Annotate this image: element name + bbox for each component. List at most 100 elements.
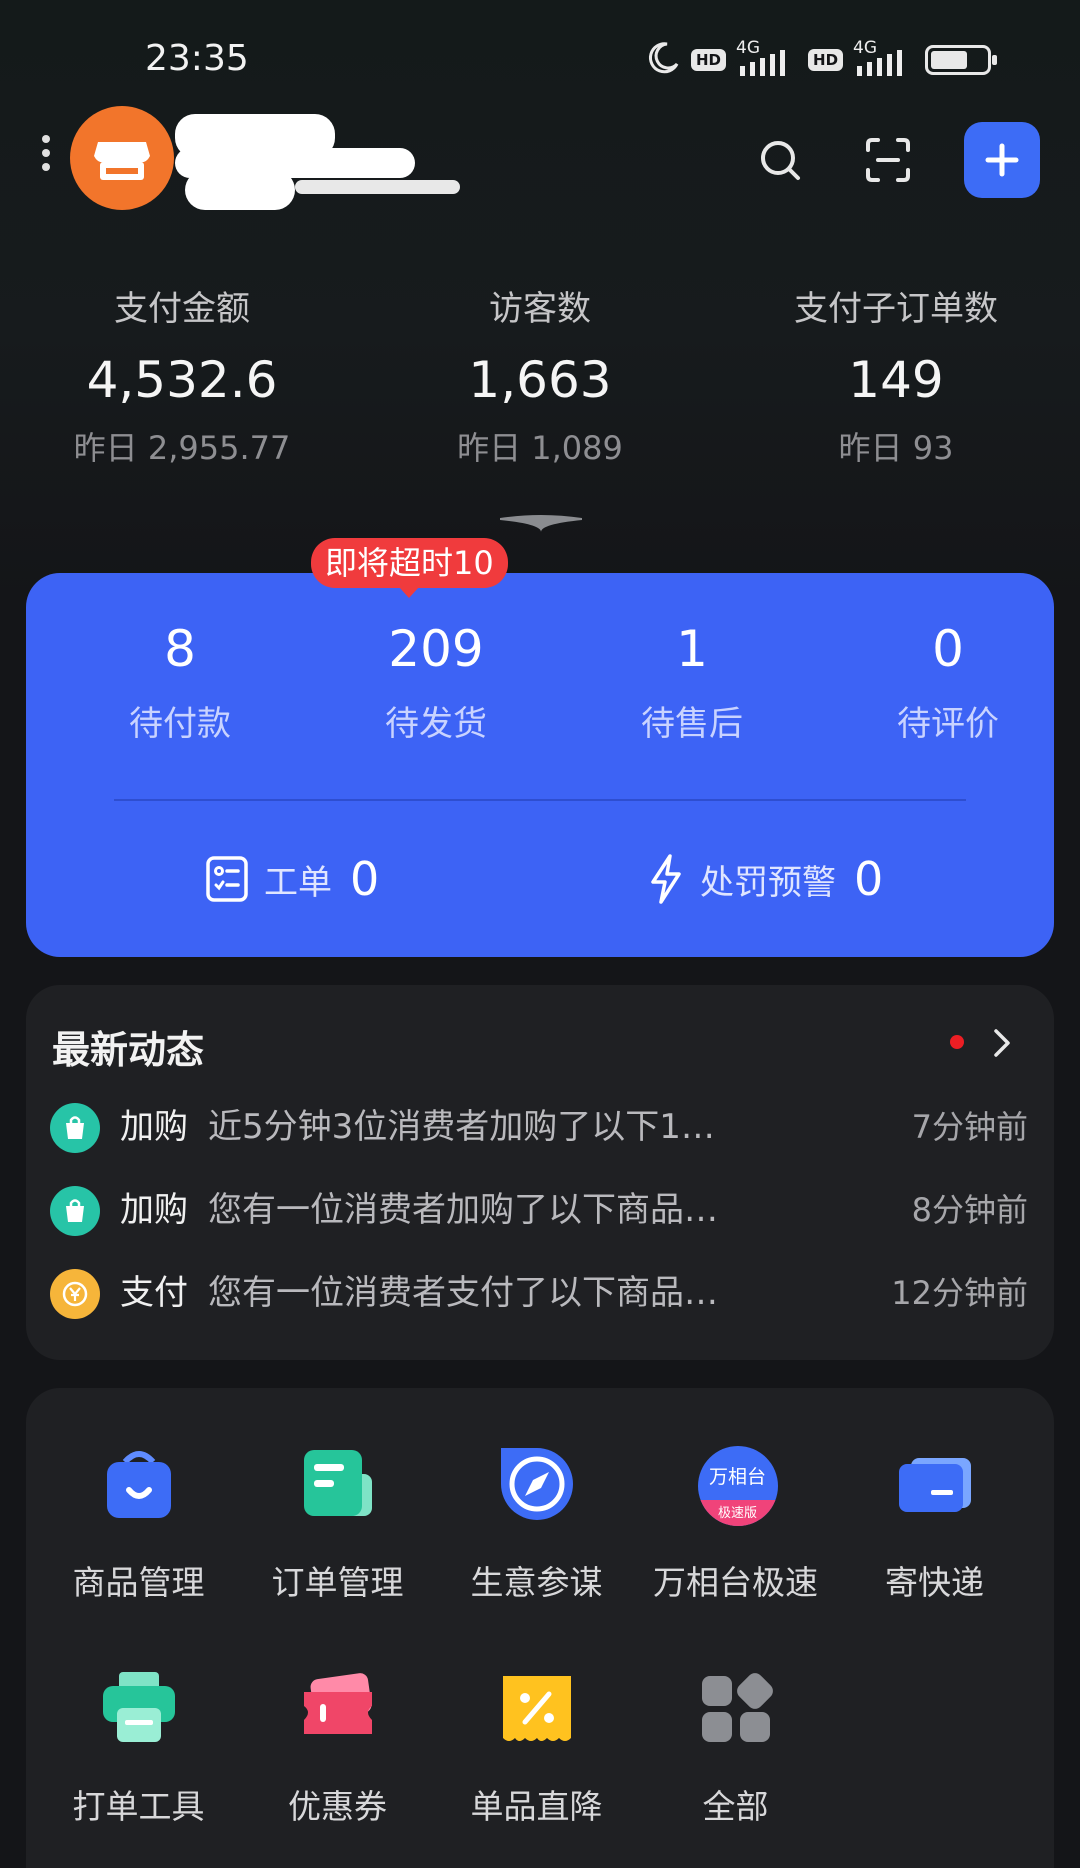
news-time: 7分钟前 [911, 1108, 1028, 1146]
battery-icon [925, 45, 998, 75]
signal-icon: 4G [736, 38, 798, 80]
order-label: 待评价 [897, 704, 999, 744]
news-title: 最新动态 [52, 1028, 205, 1072]
tools-grid: 商品管理 订单管理 生意参谋 万相台 极速版 万相台极速 寄快递 打单工具 优惠… [26, 1388, 1054, 1868]
badge-bottom-text: 极速版 [717, 1506, 757, 1521]
hd-icon: HD [691, 49, 727, 71]
penalty-warning-count: 0 [854, 852, 884, 906]
clock: 23:35 [145, 38, 249, 79]
stat-payment-amount[interactable]: 支付金额 4,532.6 昨日 2,955.77 [32, 285, 332, 471]
news-text: 近5分钟3位消费者加购了以下1个商品... [208, 1107, 728, 1147]
printer-icon [99, 1668, 179, 1748]
unread-dot [950, 1035, 964, 1049]
card-divider [114, 799, 966, 801]
signal-icon-2: 4G [853, 38, 915, 80]
work-order-count: 0 [350, 852, 380, 906]
tool-label: 万相台极速 [653, 1563, 818, 1602]
penalty-warning-entry[interactable]: 处罚预警 0 [646, 851, 883, 907]
status-icons: HD 4G HD 4G [645, 38, 998, 82]
order-label: 待付款 [129, 704, 231, 744]
tool-label: 寄快递 [885, 1563, 984, 1602]
plus-icon [985, 143, 1019, 177]
latest-news-card: 最新动态 加购 近5分钟3位消费者加购了以下1个商品... 7分钟前 加购 您有… [26, 985, 1054, 1360]
stat-value: 149 [848, 351, 944, 409]
tool-coupon[interactable]: 优惠券 [238, 1668, 437, 1830]
order-label: 待发货 [385, 704, 487, 744]
order-pending-payment[interactable]: 8 待付款 [52, 618, 308, 748]
order-count: 8 [164, 620, 196, 678]
discount-tag-icon [497, 1668, 577, 1748]
chevron-right-icon[interactable] [990, 1025, 1014, 1061]
payment-yen-icon [50, 1269, 100, 1319]
news-item[interactable]: 支付 您有一位消费者支付了以下商品，这... 12分钟前 [50, 1265, 1040, 1321]
tool-order-management[interactable]: 订单管理 [238, 1444, 437, 1606]
stat-visitors[interactable]: 访客数 1,663 昨日 1,089 [390, 285, 690, 471]
express-box-icon [895, 1444, 975, 1524]
add-button[interactable] [964, 122, 1040, 198]
news-item[interactable]: 加购 您有一位消费者加购了以下商品，这... 8分钟前 [50, 1182, 1040, 1238]
redacted-shop-name [175, 114, 525, 214]
news-tag: 加购 [120, 1190, 188, 1230]
work-order-label: 工单 [264, 862, 332, 903]
apps-grid-icon [696, 1668, 776, 1748]
stat-yesterday: 昨日 2,955.77 [73, 429, 291, 467]
order-count: 1 [676, 620, 708, 678]
tool-send-express[interactable]: 寄快递 [835, 1444, 1034, 1606]
cart-bag-icon [50, 1186, 100, 1236]
tool-label: 商品管理 [72, 1563, 205, 1602]
news-text: 您有一位消费者支付了以下商品，这... [208, 1273, 728, 1313]
tool-product-management[interactable]: 商品管理 [39, 1444, 238, 1606]
shop-header [0, 100, 1080, 210]
stat-value: 1,663 [468, 351, 612, 409]
cart-bag-icon [50, 1103, 100, 1153]
moon-icon [645, 40, 681, 80]
search-icon [761, 141, 800, 180]
stat-yesterday: 昨日 93 [838, 429, 954, 467]
tool-label: 优惠券 [288, 1787, 387, 1826]
tool-label: 生意参谋 [470, 1563, 603, 1602]
scan-button[interactable] [850, 122, 926, 198]
hd-icon-2: HD [808, 49, 844, 71]
badge-top-text: 万相台 [708, 1466, 766, 1488]
stat-yesterday: 昨日 1,089 [457, 429, 623, 467]
stats-summary: 支付金额 4,532.6 昨日 2,955.77 访客数 1,663 昨日 1,… [0, 285, 1080, 485]
search-button[interactable] [742, 122, 818, 198]
tool-label: 打单工具 [72, 1787, 205, 1826]
news-item[interactable]: 加购 近5分钟3位消费者加购了以下1个商品... 7分钟前 [50, 1099, 1040, 1155]
scan-icon [866, 138, 910, 182]
tool-print-label[interactable]: 打单工具 [39, 1668, 238, 1830]
news-time: 8分钟前 [911, 1191, 1028, 1229]
tool-label: 全部 [702, 1787, 769, 1826]
timeout-badge[interactable]: 即将超时10 [311, 538, 508, 598]
stat-label: 访客数 [489, 289, 591, 329]
stat-label: 支付金额 [114, 289, 250, 329]
expand-chevron-icon[interactable] [496, 512, 586, 536]
shopping-bag-icon [99, 1444, 179, 1524]
news-time: 12分钟前 [891, 1274, 1028, 1312]
order-pending-review[interactable]: 0 待评价 [820, 618, 1076, 748]
order-count: 209 [388, 620, 484, 678]
order-status-card: 8 待付款 209 待发货 1 待售后 0 待评价 工单 0 处罚预警 0 [26, 573, 1054, 957]
stat-label: 支付子订单数 [794, 289, 998, 329]
tool-all[interactable]: 全部 [636, 1668, 835, 1830]
tool-label: 单品直降 [470, 1787, 603, 1826]
tool-label: 订单管理 [271, 1563, 404, 1602]
store-icon [94, 142, 150, 180]
news-tag: 支付 [120, 1273, 188, 1313]
compass-icon [497, 1444, 577, 1524]
work-order-entry[interactable]: 工单 0 [204, 851, 379, 907]
news-text: 您有一位消费者加购了以下商品，这... [208, 1190, 728, 1230]
shop-avatar[interactable] [70, 106, 174, 210]
coupon-icon [298, 1668, 378, 1748]
tool-wanxiangtai[interactable]: 万相台 极速版 万相台极速 [636, 1444, 835, 1606]
order-after-sale[interactable]: 1 待售后 [564, 618, 820, 748]
more-menu-icon[interactable] [40, 135, 52, 179]
tool-business-advisor[interactable]: 生意参谋 [437, 1444, 636, 1606]
order-pending-shipment[interactable]: 209 待发货 [308, 618, 564, 748]
wanxiangtai-logo-icon: 万相台 极速版 [696, 1444, 778, 1526]
stat-sub-orders[interactable]: 支付子订单数 149 昨日 93 [746, 285, 1046, 471]
work-order-icon [206, 856, 248, 902]
news-tag: 加购 [120, 1107, 188, 1147]
tool-price-drop[interactable]: 单品直降 [437, 1668, 636, 1830]
penalty-warning-label: 处罚预警 [700, 862, 836, 903]
